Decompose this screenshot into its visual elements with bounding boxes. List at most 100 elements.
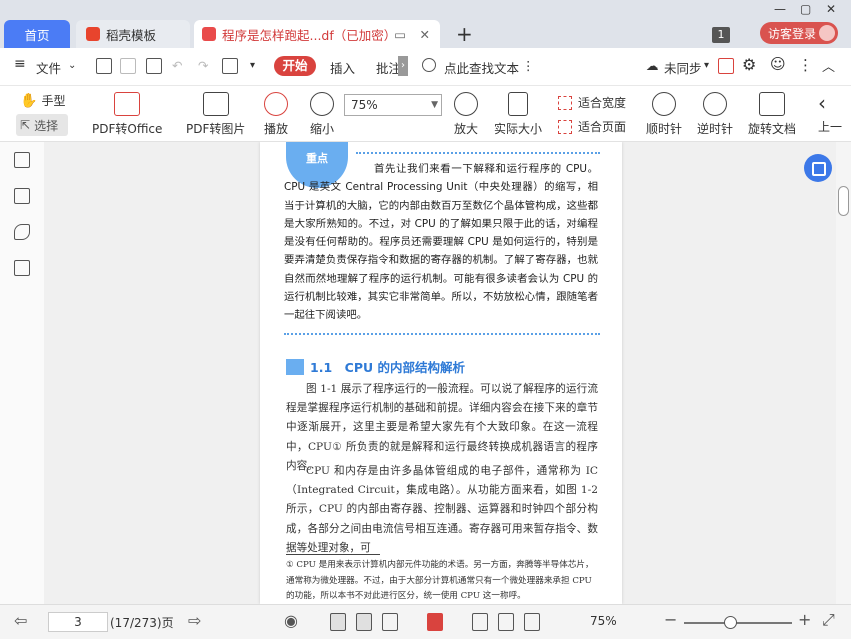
pdf-to-office-button[interactable]: PDF转Office [92, 92, 162, 137]
zoom-in-button[interactable]: 放大 [454, 92, 478, 137]
pdf-to-office-icon [114, 92, 141, 116]
new-tab-icon[interactable]: + [456, 22, 473, 46]
body-paragraph-2: CPU 和内存是由许多晶体管组成的电子部件，通常称为 IC（Integrated… [286, 465, 598, 554]
menu-insert[interactable]: 插入 [330, 58, 355, 77]
menu-file[interactable]: 文件 [36, 58, 61, 77]
export-icon[interactable] [222, 58, 238, 74]
play-button[interactable]: 播放 [264, 92, 288, 137]
rotate-clockwise-button[interactable]: 顺时针 [646, 92, 682, 137]
tab-home-label: 首页 [24, 27, 50, 43]
pdf-to-image-icon [202, 92, 229, 116]
pdf-to-image-button[interactable]: PDF转图片 [186, 92, 245, 137]
actual-size-button[interactable]: 实际大小 [494, 92, 542, 137]
fit-width-button[interactable]: 适合宽度 [558, 94, 626, 111]
eye-protection-icon[interactable]: ◉ [284, 611, 298, 630]
section-heading: 1.1 CPU 的内部结构解析 [286, 357, 465, 376]
tab-popout-icon[interactable]: ▭ [394, 27, 406, 42]
menu-scroll-right-icon[interactable]: › [398, 56, 408, 76]
section-title: 1.1 CPU 的内部结构解析 [310, 360, 465, 375]
redo-icon[interactable]: ↷ [198, 58, 208, 73]
fullscreen-status-icon[interactable] [524, 613, 540, 631]
tab-document[interactable]: 程序是怎样跑起...df（已加密） ▭ ✕ [194, 20, 440, 48]
zoom-in-status-icon[interactable]: + [798, 610, 811, 629]
zoom-out-status-icon[interactable]: − [664, 610, 677, 629]
rotate-clockwise-icon [652, 92, 676, 116]
chevron-down-icon[interactable]: ⌄ [68, 60, 76, 71]
rotate-document-label: 旋转文档 [748, 122, 797, 136]
hand-tool-label: 手型 [41, 94, 66, 108]
zoom-dropdown-icon[interactable]: ▼ [431, 95, 438, 115]
scrollbar-thumb[interactable] [838, 186, 849, 216]
tab-close-icon[interactable]: ✕ [420, 27, 430, 42]
collapse-ribbon-icon[interactable]: ︿ [822, 56, 835, 75]
outline-icon[interactable] [14, 152, 30, 168]
hamburger-menu-icon[interactable]: ≡ [14, 56, 26, 72]
previous-button[interactable]: ‹ 上一 [818, 92, 842, 135]
search-text-box[interactable]: 点此查找文本 [444, 58, 519, 77]
tab-daoke-label: 稻壳模板 [106, 27, 157, 43]
rotate-document-button[interactable]: 旋转文档 [748, 92, 796, 137]
two-page-view-icon[interactable] [382, 613, 398, 631]
continuous-view-icon[interactable] [356, 613, 372, 631]
zoom-slider-handle[interactable] [724, 616, 737, 629]
undo-icon[interactable]: ↶ [172, 58, 182, 73]
fit-page-status-icon[interactable] [498, 613, 514, 631]
rotate-counterclockwise-icon [703, 92, 727, 116]
footnote-divider [286, 554, 380, 555]
intro-paragraph: 首先让我们来看一下解释和运行程序的 CPU。CPU 是英文 Central Pr… [284, 163, 598, 322]
rotate-counterclockwise-button[interactable]: 逆时针 [697, 92, 733, 137]
left-sidebar [0, 142, 44, 604]
guest-login-button[interactable]: 访客登录 [760, 22, 838, 44]
dotted-divider-top [356, 152, 600, 154]
menu-start[interactable]: 开始 [274, 56, 316, 76]
share-icon[interactable] [718, 58, 734, 74]
hand-tool-button[interactable]: ✋ 手型 [20, 92, 65, 109]
single-page-view-icon[interactable] [330, 613, 346, 631]
tab-daoke-templates[interactable]: 稻壳模板 [76, 20, 190, 48]
more-options-icon[interactable]: ⋮ [798, 56, 813, 74]
slideshow-icon[interactable] [427, 613, 443, 631]
prev-page-icon[interactable]: ⇦ [14, 611, 27, 630]
pdf-to-office-label: PDF转Office [92, 122, 163, 136]
save-icon[interactable] [120, 58, 136, 74]
fit-page-label: 适合页面 [578, 120, 627, 134]
zoom-out-button[interactable]: 缩小 [310, 92, 334, 137]
maximize-icon[interactable]: ▢ [800, 2, 811, 16]
annotation-icon[interactable] [14, 224, 30, 240]
select-tool-label: 选择 [34, 118, 59, 133]
page-number-input[interactable]: 3 [48, 612, 108, 632]
zoom-out-label: 缩小 [310, 122, 335, 136]
skin-icon[interactable]: ☺ [770, 55, 786, 73]
signature-icon[interactable] [14, 260, 30, 276]
zoom-level-select[interactable]: 75% ▼ [344, 94, 442, 116]
actual-size-label: 实际大小 [494, 122, 543, 136]
print-icon[interactable] [146, 58, 162, 74]
cursor-icon: ⇱ [20, 118, 31, 132]
next-page-icon[interactable]: ⇨ [188, 611, 201, 630]
more-icon[interactable]: ⋮ [522, 58, 535, 73]
zoom-in-label: 放大 [454, 122, 479, 136]
floating-tool-button[interactable] [804, 154, 832, 182]
open-folder-icon[interactable] [96, 58, 112, 74]
zoom-slider[interactable] [684, 622, 792, 624]
vertical-scrollbar[interactable] [836, 142, 851, 604]
select-tool-button[interactable]: ⇱ 选择 [16, 114, 68, 136]
document-viewport[interactable]: 重点 首先让我们来看一下解释和运行程序的 CPU。CPU 是英文 Central… [44, 142, 836, 604]
tab-document-label: 程序是怎样跑起...df（已加密） [222, 27, 397, 43]
actual-size-status-icon[interactable] [472, 613, 488, 631]
close-window-icon[interactable]: ✕ [826, 2, 836, 16]
tab-home[interactable]: 首页 [4, 20, 70, 48]
ribbon-toolbar: ✋ 手型 ⇱ 选择 PDF转Office PDF转图片 播放 缩小 75% ▼ … [0, 86, 851, 142]
sync-dropdown-icon[interactable]: ▾ [704, 60, 709, 71]
sync-status[interactable]: 未同步 [664, 58, 702, 77]
fullscreen-icon[interactable]: ⤢ [822, 610, 835, 630]
dotted-divider-bottom [284, 333, 600, 335]
pdf-page: 重点 首先让我们来看一下解释和运行程序的 CPU。CPU 是英文 Central… [260, 142, 622, 604]
play-icon [264, 92, 288, 116]
thumbnail-icon[interactable] [14, 188, 30, 204]
window-count-badge[interactable]: 1 [712, 27, 730, 43]
fit-page-button[interactable]: 适合页面 [558, 118, 626, 135]
minimize-icon[interactable]: — [774, 2, 786, 16]
quick-access-dropdown-icon[interactable]: ▾ [250, 60, 255, 71]
settings-gear-icon[interactable]: ⚙ [742, 55, 756, 74]
